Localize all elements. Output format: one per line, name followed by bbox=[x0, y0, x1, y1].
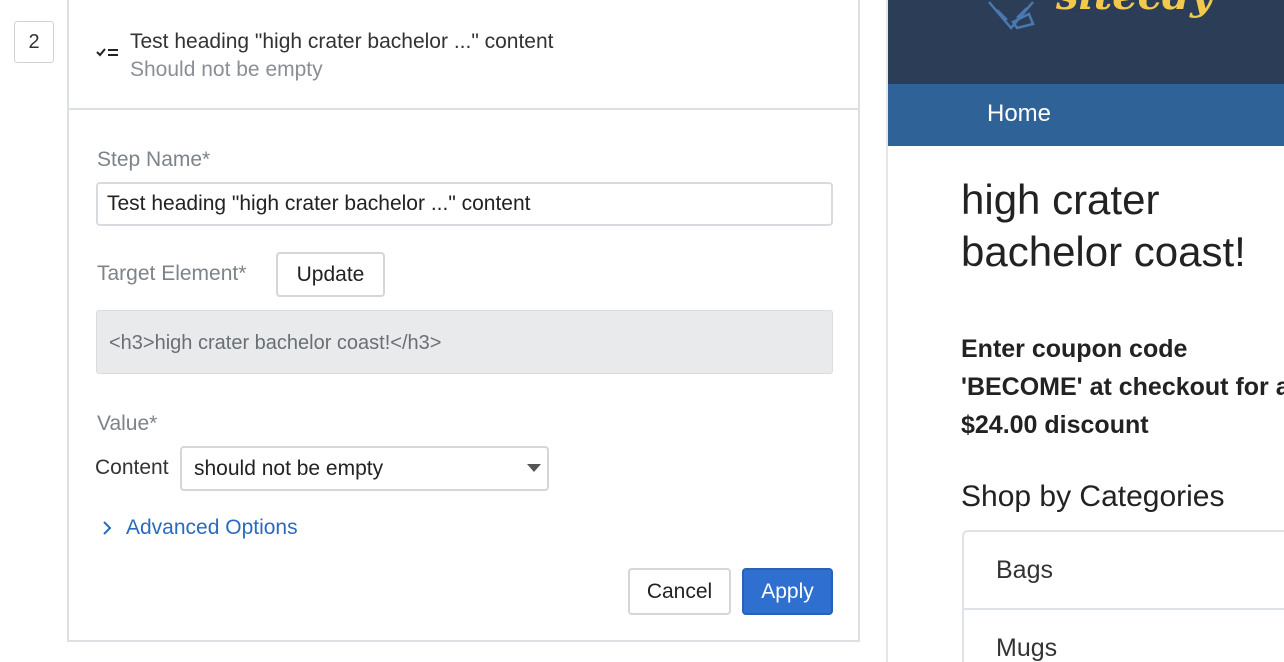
content-label: Content bbox=[95, 456, 169, 479]
step-name-label: Step Name* bbox=[97, 148, 211, 171]
coupon-text: Enter coupon code 'BECOME' at checkout f… bbox=[961, 335, 1284, 439]
site-logo-text: sitecdy bbox=[1056, 0, 1213, 19]
content-condition-select[interactable]: should not be empty bbox=[180, 446, 549, 491]
category-item-mugs[interactable]: Mugs bbox=[964, 610, 1284, 662]
site-preview: sitecdy Home high crater bachelor coast!… bbox=[888, 0, 1284, 662]
step-summary-subtitle: Should not be empty bbox=[130, 58, 323, 81]
categories-heading: Shop by Categories bbox=[961, 480, 1225, 513]
preview-heading: high crater bachelor coast! bbox=[961, 176, 1246, 275]
caret-down-icon bbox=[527, 464, 541, 472]
site-header: sitecdy bbox=[888, 0, 1284, 84]
logo-mascot-icon bbox=[988, 1, 1035, 30]
update-button[interactable]: Update bbox=[276, 252, 385, 297]
category-item-bags[interactable]: Bags bbox=[964, 532, 1284, 610]
target-element-display: <h3>high crater bachelor coast!</h3> bbox=[96, 310, 833, 374]
step-name-input[interactable] bbox=[96, 182, 833, 226]
step-summary-title: Test heading "high crater bachelor ..." … bbox=[130, 30, 554, 53]
advanced-options-toggle[interactable]: Advanced Options bbox=[102, 516, 298, 540]
category-list: Bags Mugs bbox=[962, 530, 1284, 662]
target-element-label: Target Element* bbox=[97, 262, 247, 285]
step-editor-card: Test heading "high crater bachelor ..." … bbox=[67, 0, 860, 642]
chevron-right-icon bbox=[103, 521, 112, 535]
checklist-icon bbox=[96, 48, 118, 57]
apply-button[interactable]: Apply bbox=[742, 568, 833, 615]
cancel-button[interactable]: Cancel bbox=[628, 568, 731, 615]
site-nav-bar: Home bbox=[888, 84, 1284, 146]
nav-home-link[interactable]: Home bbox=[987, 100, 1051, 128]
step-summary-header[interactable]: Test heading "high crater bachelor ..." … bbox=[69, 0, 858, 110]
content-condition-value: should not be empty bbox=[194, 457, 384, 480]
advanced-options-label: Advanced Options bbox=[126, 516, 298, 539]
value-label: Value* bbox=[97, 412, 158, 435]
step-number-badge: 2 bbox=[14, 21, 54, 63]
